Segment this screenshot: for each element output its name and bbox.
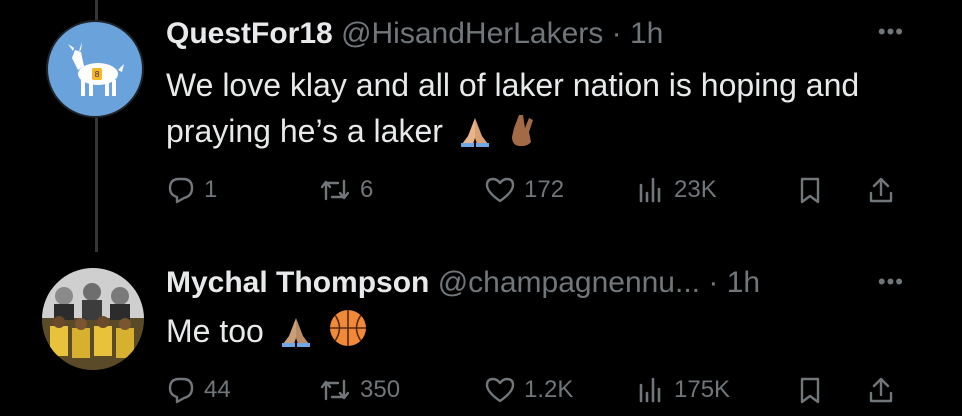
share-button[interactable] bbox=[866, 370, 896, 410]
svg-text:8: 8 bbox=[94, 70, 99, 79]
heart-icon bbox=[485, 377, 515, 403]
avatar[interactable] bbox=[42, 268, 144, 370]
crossed-fingers-emoji-icon bbox=[507, 112, 537, 160]
tweet-header: Mychal Thompson @champagnennu... · 1h bbox=[166, 265, 760, 301]
tweet[interactable]: 8 QuestFor18 @HisandHerLakers · 1h ••• W… bbox=[0, 0, 962, 240]
share-button[interactable] bbox=[866, 170, 896, 210]
timestamp[interactable]: 1h bbox=[630, 17, 663, 50]
analytics-icon bbox=[639, 177, 661, 203]
display-name[interactable]: Mychal Thompson bbox=[166, 266, 429, 299]
like-button[interactable]: 1.2K bbox=[484, 370, 573, 410]
timestamp[interactable]: 1h bbox=[727, 266, 760, 299]
tweet-actions: 44 350 1.2K 175K bbox=[0, 370, 962, 410]
bookmark-button[interactable] bbox=[796, 170, 824, 210]
bookmark-button[interactable] bbox=[796, 370, 824, 410]
team-photo-avatar-icon bbox=[42, 268, 144, 370]
tweet[interactable]: Mychal Thompson @champagnennu... · 1h ••… bbox=[0, 248, 962, 416]
like-button[interactable]: 172 bbox=[484, 170, 564, 210]
reply-icon bbox=[168, 177, 194, 204]
tweet-text: We love klay and all of laker nation is … bbox=[166, 62, 906, 160]
more-horizontal-icon[interactable]: ••• bbox=[878, 21, 904, 43]
separator-dot: · bbox=[708, 266, 719, 299]
folded-hands-emoji-icon bbox=[279, 314, 313, 360]
repost-icon bbox=[320, 179, 350, 201]
more-horizontal-icon[interactable]: ••• bbox=[878, 271, 904, 293]
reply-button[interactable]: 1 bbox=[166, 170, 217, 210]
analytics-icon bbox=[639, 377, 661, 403]
repost-button[interactable]: 350 bbox=[318, 370, 400, 410]
bookmark-icon bbox=[800, 177, 820, 204]
tweet-text: Me too bbox=[166, 308, 906, 360]
like-count: 1.2K bbox=[524, 376, 574, 403]
reply-icon bbox=[168, 377, 194, 404]
repost-icon bbox=[320, 379, 350, 401]
heart-icon bbox=[485, 177, 515, 203]
view-count: 23K bbox=[674, 176, 717, 203]
reply-button[interactable]: 44 bbox=[166, 370, 231, 410]
tweet-actions: 1 6 172 23K bbox=[0, 170, 962, 210]
views-button[interactable]: 175K bbox=[636, 370, 730, 410]
folded-hands-emoji-icon bbox=[458, 114, 492, 160]
view-count: 175K bbox=[674, 376, 731, 403]
repost-button[interactable]: 6 bbox=[318, 170, 373, 210]
reply-count: 44 bbox=[204, 376, 231, 403]
reply-count: 1 bbox=[204, 176, 218, 203]
basketball-emoji-icon bbox=[328, 308, 368, 360]
user-handle[interactable]: @champagnennu... bbox=[438, 266, 700, 299]
share-icon bbox=[869, 177, 893, 203]
tweet-header: QuestFor18 @HisandHerLakers · 1h bbox=[166, 16, 663, 52]
goat-logo-icon: 8 bbox=[68, 42, 124, 96]
views-button[interactable]: 23K bbox=[636, 170, 717, 210]
bookmark-icon bbox=[800, 377, 820, 404]
repost-count: 6 bbox=[360, 176, 374, 203]
tweet-text-content: Me too bbox=[166, 313, 264, 349]
share-icon bbox=[869, 377, 893, 403]
user-handle[interactable]: @HisandHerLakers bbox=[341, 17, 603, 50]
display-name[interactable]: QuestFor18 bbox=[166, 17, 333, 50]
avatar[interactable]: 8 bbox=[46, 20, 144, 118]
repost-count: 350 bbox=[360, 376, 401, 403]
like-count: 172 bbox=[524, 176, 565, 203]
separator-dot: · bbox=[611, 17, 622, 50]
